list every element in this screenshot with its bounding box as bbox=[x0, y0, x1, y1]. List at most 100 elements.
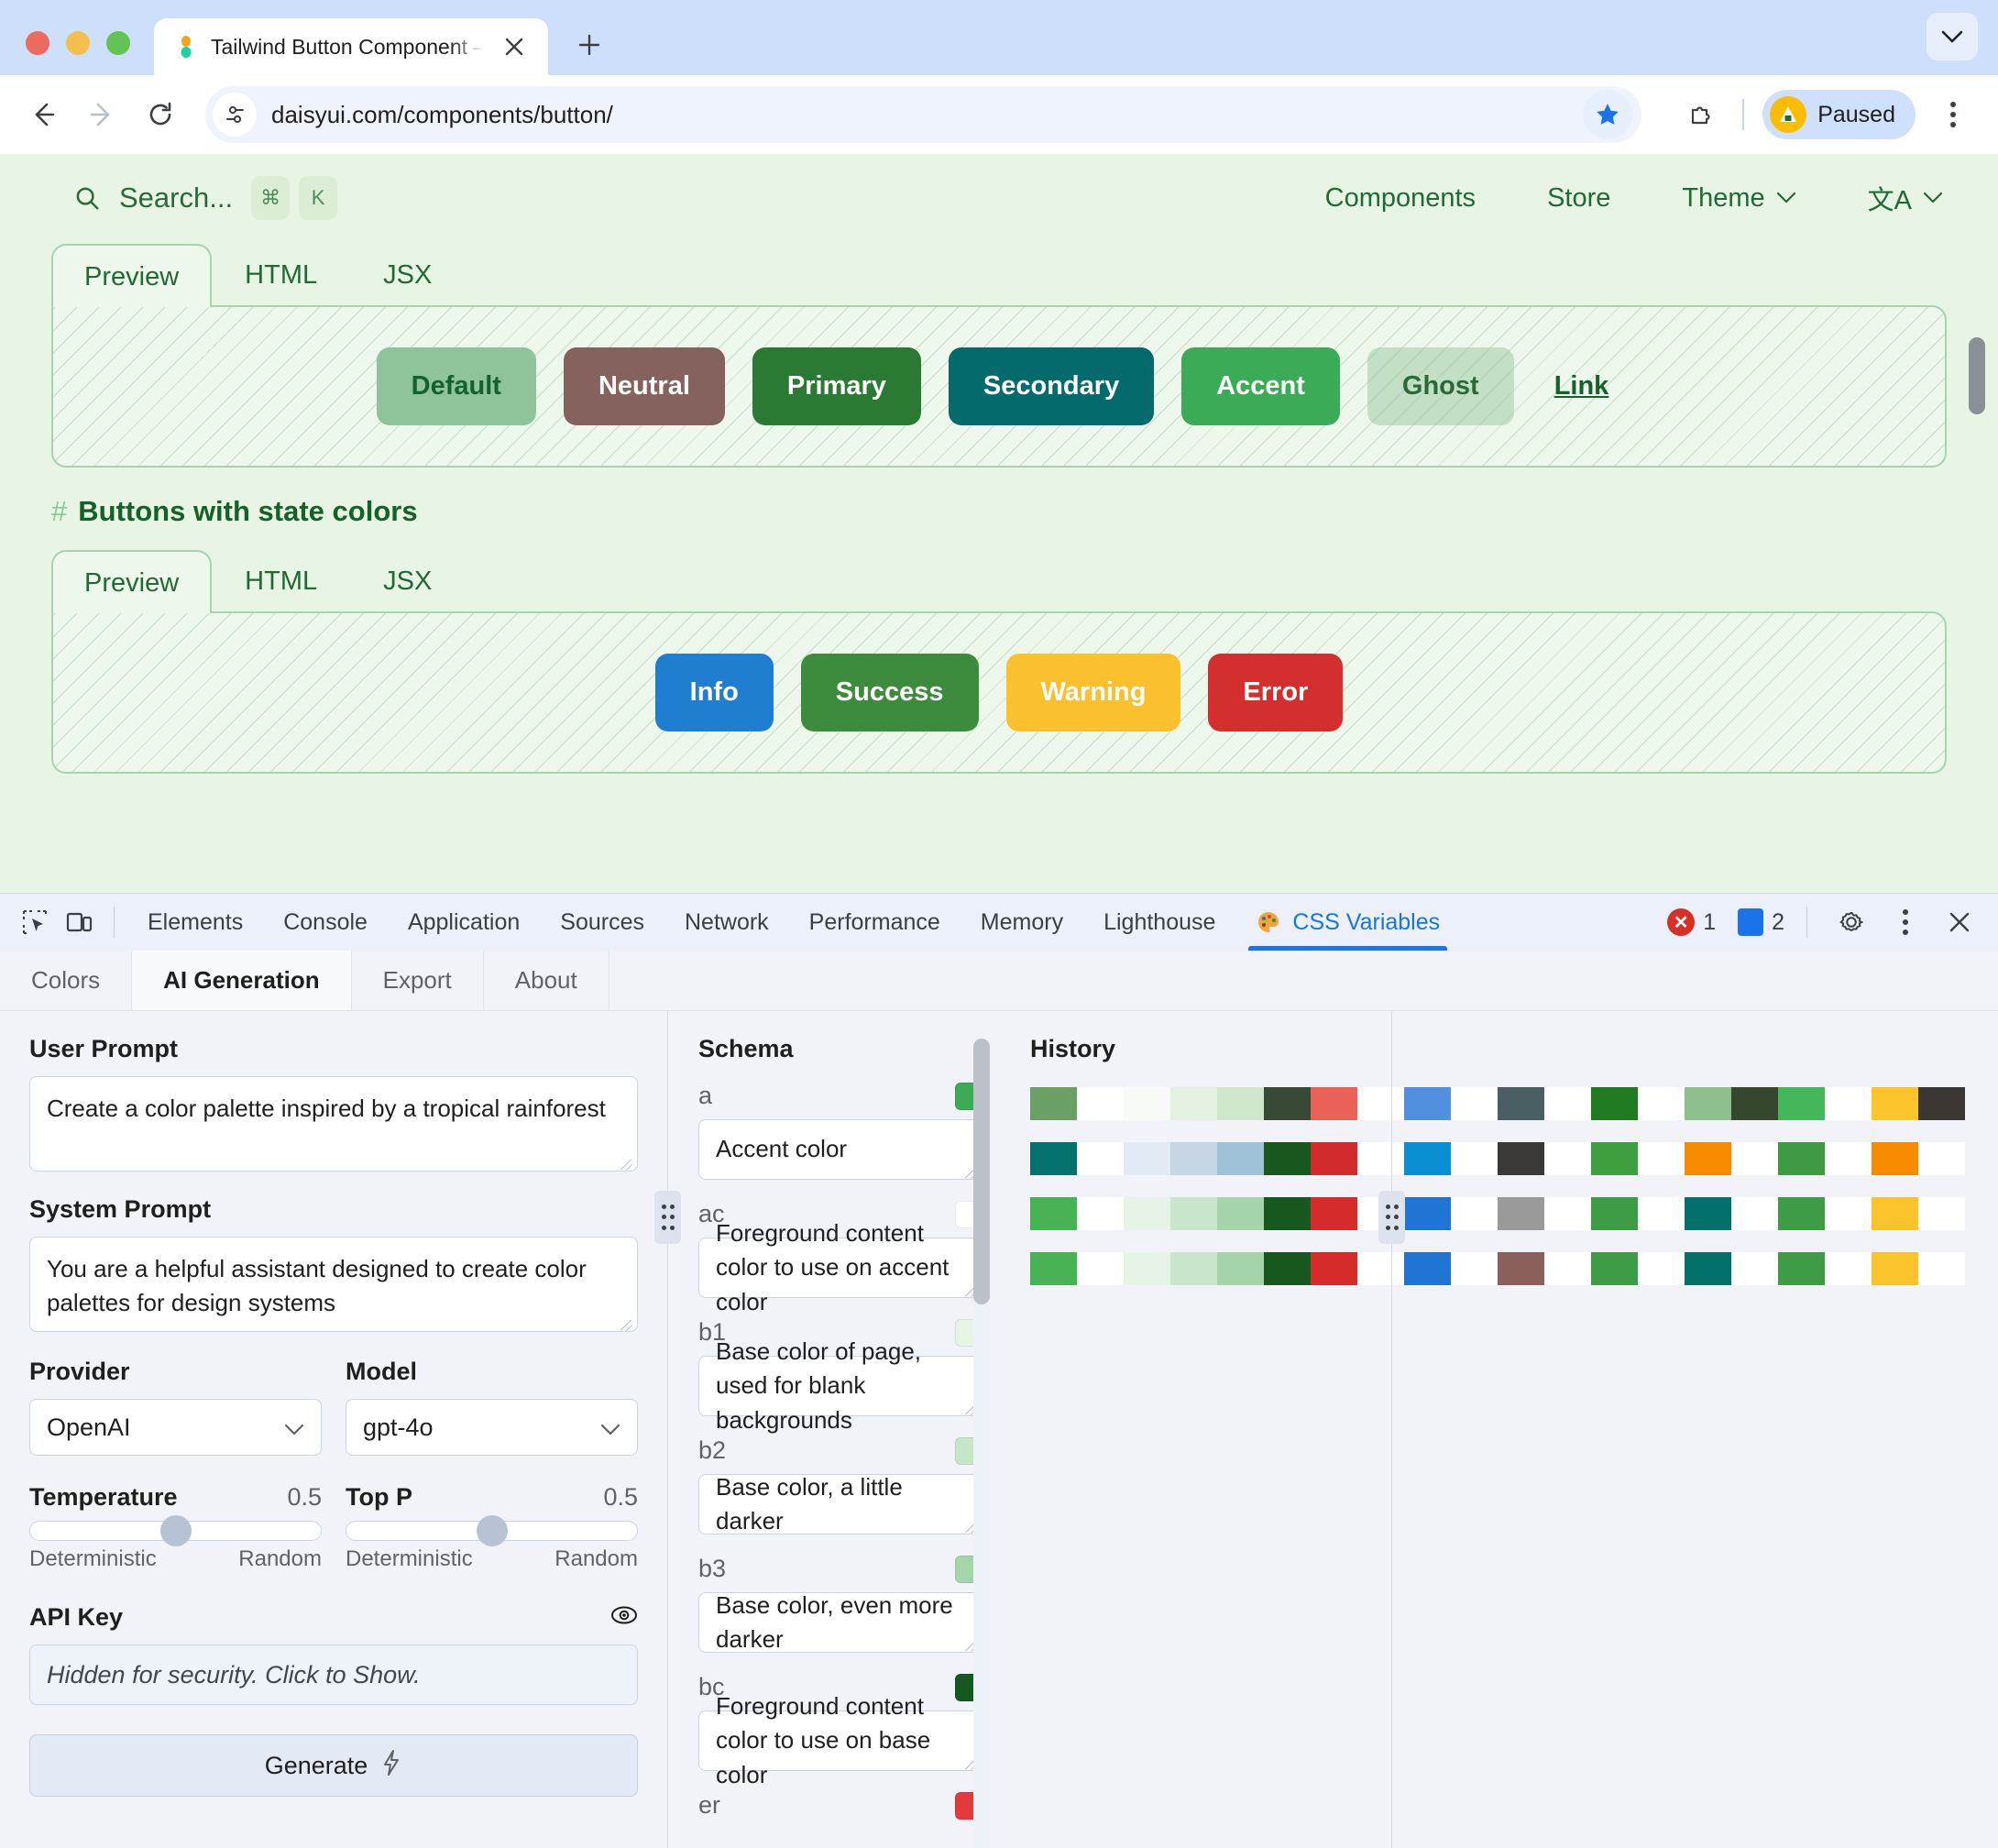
history-swatch[interactable] bbox=[1544, 1087, 1591, 1120]
history-swatch[interactable] bbox=[1357, 1252, 1404, 1285]
history-swatch[interactable] bbox=[1404, 1197, 1451, 1230]
devtools-tab-network[interactable]: Network bbox=[664, 894, 789, 951]
extensions-icon[interactable] bbox=[1676, 91, 1724, 138]
schema-desc-input[interactable]: Foreground content color to use on base … bbox=[698, 1710, 983, 1771]
history-swatch[interactable] bbox=[1077, 1252, 1124, 1285]
kebab-menu-icon[interactable] bbox=[1883, 899, 1928, 945]
history-palette-row[interactable] bbox=[1030, 1197, 1998, 1230]
history-swatch[interactable] bbox=[1124, 1087, 1170, 1120]
history-swatch[interactable] bbox=[1217, 1142, 1264, 1175]
top-p-slider[interactable] bbox=[346, 1521, 638, 1541]
tab-jsx[interactable]: JSX bbox=[350, 242, 465, 305]
history-swatch[interactable] bbox=[1918, 1197, 1965, 1230]
history-swatch[interactable] bbox=[1404, 1252, 1451, 1285]
history-swatch[interactable] bbox=[1264, 1142, 1311, 1175]
history-swatch[interactable] bbox=[1591, 1252, 1638, 1285]
history-swatch[interactable] bbox=[1170, 1142, 1217, 1175]
history-swatch[interactable] bbox=[1498, 1252, 1544, 1285]
history-swatch[interactable] bbox=[1311, 1142, 1357, 1175]
eye-icon[interactable] bbox=[610, 1604, 638, 1631]
history-swatch[interactable] bbox=[1544, 1252, 1591, 1285]
history-swatch[interactable] bbox=[1638, 1197, 1685, 1230]
history-palette-row[interactable] bbox=[1030, 1252, 1998, 1285]
history-swatch[interactable] bbox=[1357, 1142, 1404, 1175]
heading-anchor-hash[interactable]: # bbox=[51, 495, 67, 528]
history-swatch[interactable] bbox=[1638, 1252, 1685, 1285]
error-badge[interactable]: ✕ 1 bbox=[1667, 908, 1716, 936]
devtools-tab-console[interactable]: Console bbox=[263, 894, 388, 951]
history-swatch[interactable] bbox=[1918, 1142, 1965, 1175]
button-link[interactable]: Link bbox=[1542, 347, 1622, 425]
history-swatch[interactable] bbox=[1778, 1252, 1825, 1285]
history-swatch[interactable] bbox=[1077, 1087, 1124, 1120]
devtools-tab-memory[interactable]: Memory bbox=[961, 894, 1083, 951]
history-swatch[interactable] bbox=[1825, 1142, 1872, 1175]
generate-button[interactable]: Generate bbox=[29, 1734, 638, 1797]
history-swatch[interactable] bbox=[1685, 1197, 1731, 1230]
page-scrollbar-thumb[interactable] bbox=[1969, 337, 1985, 414]
history-swatch[interactable] bbox=[1685, 1252, 1731, 1285]
history-swatch[interactable] bbox=[1591, 1087, 1638, 1120]
history-swatch[interactable] bbox=[1498, 1087, 1544, 1120]
history-swatch[interactable] bbox=[1731, 1252, 1778, 1285]
nav-components[interactable]: Components bbox=[1325, 183, 1476, 214]
address-bar[interactable]: daisyui.com/components/button/ bbox=[205, 86, 1641, 143]
history-swatch[interactable] bbox=[1498, 1142, 1544, 1175]
close-icon[interactable] bbox=[497, 29, 532, 64]
model-select[interactable]: gpt-4o bbox=[346, 1399, 638, 1456]
history-swatch[interactable] bbox=[1685, 1087, 1731, 1120]
history-swatch[interactable] bbox=[1825, 1087, 1872, 1120]
button-secondary[interactable]: Secondary bbox=[949, 347, 1154, 425]
button-info[interactable]: Info bbox=[655, 654, 774, 732]
history-swatch[interactable] bbox=[1685, 1142, 1731, 1175]
button-ghost[interactable]: Ghost bbox=[1367, 347, 1514, 425]
schema-desc-input[interactable]: Base color of page, used for blank backg… bbox=[698, 1356, 983, 1416]
maximize-window-button[interactable] bbox=[106, 31, 130, 55]
provider-select[interactable]: OpenAI bbox=[29, 1399, 322, 1456]
device-toolbar-icon[interactable] bbox=[57, 900, 101, 944]
history-swatch[interactable] bbox=[1498, 1197, 1544, 1230]
history-swatch[interactable] bbox=[1731, 1142, 1778, 1175]
subtab-about[interactable]: About bbox=[484, 951, 609, 1010]
history-swatch[interactable] bbox=[1124, 1197, 1170, 1230]
history-swatch[interactable] bbox=[1217, 1197, 1264, 1230]
history-swatch[interactable] bbox=[1404, 1087, 1451, 1120]
devtools-tab-application[interactable]: Application bbox=[388, 894, 540, 951]
close-window-button[interactable] bbox=[26, 31, 49, 55]
minimize-window-button[interactable] bbox=[66, 31, 90, 55]
history-swatch[interactable] bbox=[1591, 1197, 1638, 1230]
message-badge[interactable]: 2 bbox=[1738, 908, 1784, 936]
scrollbar-thumb[interactable] bbox=[973, 1039, 990, 1304]
history-swatch[interactable] bbox=[1731, 1087, 1778, 1120]
history-swatch[interactable] bbox=[1638, 1087, 1685, 1120]
history-swatch[interactable] bbox=[1264, 1252, 1311, 1285]
button-error[interactable]: Error bbox=[1208, 654, 1343, 732]
button-default[interactable]: Default bbox=[377, 347, 536, 425]
history-swatch[interactable] bbox=[1170, 1087, 1217, 1120]
button-neutral[interactable]: Neutral bbox=[564, 347, 725, 425]
subtab-colors[interactable]: Colors bbox=[0, 951, 132, 1010]
inspect-element-icon[interactable] bbox=[13, 900, 57, 944]
history-swatch[interactable] bbox=[1030, 1142, 1077, 1175]
tab-preview[interactable]: Preview bbox=[51, 550, 212, 613]
devtools-tab-sources[interactable]: Sources bbox=[540, 894, 664, 951]
devtools-tab-performance[interactable]: Performance bbox=[789, 894, 961, 951]
history-swatch[interactable] bbox=[1778, 1197, 1825, 1230]
api-key-input[interactable]: Hidden for security. Click to Show. bbox=[29, 1644, 638, 1705]
history-swatch[interactable] bbox=[1918, 1087, 1965, 1120]
history-swatch[interactable] bbox=[1778, 1087, 1825, 1120]
browser-tab[interactable]: Tailwind Button Component — bbox=[154, 18, 548, 75]
search-input[interactable]: Search... ⌘ K bbox=[73, 176, 587, 220]
nav-store[interactable]: Store bbox=[1547, 183, 1610, 214]
history-swatch[interactable] bbox=[1825, 1252, 1872, 1285]
gear-icon[interactable] bbox=[1829, 900, 1873, 944]
history-palette-row[interactable] bbox=[1030, 1087, 1998, 1120]
tab-html[interactable]: HTML bbox=[212, 548, 350, 611]
nav-language[interactable]: 文A bbox=[1868, 179, 1943, 217]
button-accent[interactable]: Accent bbox=[1181, 347, 1340, 425]
history-swatch[interactable] bbox=[1264, 1197, 1311, 1230]
schema-desc-input[interactable]: Foreground content color to use on accen… bbox=[698, 1238, 983, 1298]
resize-handle-icon[interactable] bbox=[619, 1154, 633, 1169]
tab-html[interactable]: HTML bbox=[212, 242, 350, 305]
chevron-down-icon[interactable] bbox=[1927, 13, 1978, 60]
